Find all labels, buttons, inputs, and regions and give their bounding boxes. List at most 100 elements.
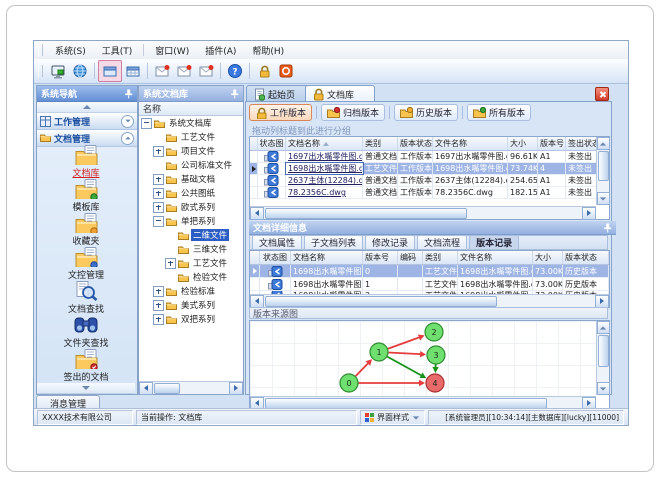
expander-icon[interactable] [141,117,152,129]
scroll-left-button[interactable] [250,206,264,220]
sidebar-item-doc-search[interactable]: 文档查找 [37,281,135,315]
column-header[interactable]: 文件名称 [458,251,533,264]
expander-icon[interactable] [153,187,164,199]
column-header[interactable]: 版本号 [538,137,566,150]
column-header[interactable]: 版本号 [363,251,398,264]
table-row[interactable]: 1697出水嘴零件图.dwg 普通文档 工作版本 1697出水嘴零件图.dwg … [250,151,609,163]
tab-document-library[interactable]: 文档库 [305,85,375,102]
scroll-up-button[interactable] [596,137,610,150]
table-row-selected[interactable]: 1698出水嘴零件图.dwg 0 工艺文件 1698出水嘴零件图.dwg 73.… [250,265,609,278]
column-header[interactable]: 文档名称 [291,251,363,264]
tree-node[interactable]: 检验标准 [139,284,243,298]
tree-node[interactable]: 工艺文件 [139,256,243,270]
tree-node[interactable]: 基础文档 [139,172,243,186]
tab-subdoc-list[interactable]: 子文档列表 [304,235,364,249]
column-header-sorted[interactable]: 文档名称 [286,137,363,150]
menu-system[interactable]: 系统(S) [47,42,94,59]
expander-icon[interactable] [153,201,164,213]
table-row[interactable]: 78.2356C.dwg 普通文档 工作版本 78.2356C.dwg 182.… [250,187,609,199]
column-header[interactable]: 类别 [423,251,458,264]
tree-node[interactable]: 欧式系列 [139,200,243,214]
tree-node[interactable]: 项目文件 [139,144,243,158]
history-version-button[interactable]: 历史版本 [394,104,459,121]
expander-icon[interactable] [165,257,176,269]
scroll-thumb[interactable] [597,151,609,181]
sidebar-item-doc-control[interactable]: 文控管理 [37,247,135,281]
tab-modification-records[interactable]: 修改记录 [365,235,416,249]
scroll-right-button[interactable] [595,294,609,307]
scroll-left-button[interactable] [139,381,153,395]
chevron-up-icon[interactable] [121,131,134,145]
tab-version-records[interactable]: 版本记录 [469,235,520,249]
sidebar-item-favorites[interactable]: 收藏夹 [37,213,135,247]
tree-horizontal-scrollbar[interactable] [139,381,243,395]
column-header[interactable]: 大小 [508,137,538,150]
sidebar-item-checked-out-docs[interactable]: 签出的文档 [37,349,135,383]
column-header[interactable]: 版本状态 [563,251,609,264]
expander-icon[interactable] [153,313,164,325]
tree-node[interactable]: 美式系列 [139,298,243,312]
sidebar-item-template-library[interactable]: 模板库 [37,179,135,213]
power-button[interactable] [275,61,297,81]
tree-node[interactable]: 单把系列 [139,214,243,228]
sidebar-scroll-down[interactable] [37,383,135,394]
scroll-up-button[interactable] [596,321,610,334]
tree-node[interactable]: 三维文件 [139,242,243,256]
tree-node[interactable]: 公司标准文件 [139,158,243,172]
sidebar-group-work[interactable]: 工作管理 [37,113,137,130]
tree-column-header[interactable]: 名称 [139,102,243,116]
scroll-right-button[interactable] [229,381,243,395]
tree-node-selected[interactable]: 二维文件 [139,228,243,242]
mail-button-3[interactable] [195,61,217,81]
pin-icon[interactable] [603,222,612,233]
interface-style-selector[interactable]: 界面样式 [360,410,425,425]
tab-doc-flow[interactable]: 文档流程 [417,235,468,249]
table-row[interactable]: 1698出水嘴零件图.dwg 1 工艺文件 1698出水嘴零件图.dwg 73.… [250,278,609,291]
tree-node[interactable]: 检验文件 [139,270,243,284]
scroll-thumb[interactable] [265,207,467,219]
mail-button-2[interactable] [173,61,195,81]
scroll-thumb[interactable] [154,382,180,394]
tab-doc-properties[interactable]: 文档属性 [252,235,303,249]
working-version-button[interactable]: 工作版本 [249,104,313,121]
expander-icon[interactable] [153,215,164,227]
tree-node[interactable]: 系统文档库 [139,116,243,130]
expander-icon[interactable] [153,145,164,157]
menu-plugins[interactable]: 插件(A) [197,42,244,59]
menu-help[interactable]: 帮助(H) [244,42,292,59]
grid-horizontal-scrollbar[interactable] [250,294,609,307]
scroll-down-button[interactable] [596,382,610,395]
mail-button-1[interactable] [151,61,173,81]
tree-node[interactable]: 双把系列 [139,312,243,326]
menu-tools[interactable]: 工具(T) [94,42,141,59]
expander-icon[interactable] [153,285,164,297]
column-header[interactable]: 状态图 [258,137,286,150]
sidebar-item-document-library[interactable]: 文档库 [37,145,135,179]
column-header[interactable]: 状态图 [260,251,291,264]
chevron-down-icon[interactable] [121,114,134,128]
column-header[interactable]: 大小 [533,251,563,264]
grid-horizontal-scrollbar[interactable] [250,206,596,220]
column-header[interactable]: 类别 [363,137,398,150]
sidebar-item-folder-search[interactable]: 文件夹查找 [37,315,135,349]
lock-button[interactable] [253,61,275,81]
column-header[interactable]: 版本状态 [398,137,433,150]
expander-icon[interactable] [153,173,164,185]
version-source-graph[interactable]: 0 1 2 3 4 [250,321,596,396]
globe-button[interactable] [69,61,91,81]
scroll-thumb[interactable] [265,295,497,307]
scroll-thumb[interactable] [265,397,547,409]
sidebar-scroll-up[interactable] [37,102,137,113]
tree-node[interactable]: 工艺文件 [139,130,243,144]
menu-window[interactable]: 窗口(W) [147,42,197,59]
grid-vertical-scrollbar[interactable] [596,137,610,205]
scroll-thumb[interactable] [597,335,609,367]
expander-icon[interactable] [153,299,164,311]
all-versions-button[interactable]: 所有版本 [467,104,532,121]
grid-window-button[interactable] [122,61,144,81]
help-button[interactable] [224,61,246,81]
monitor-button[interactable] [47,61,69,81]
folder-window-button[interactable] [98,60,122,82]
archived-version-button[interactable]: 归档版本 [321,104,386,121]
pin-icon[interactable] [124,88,133,99]
